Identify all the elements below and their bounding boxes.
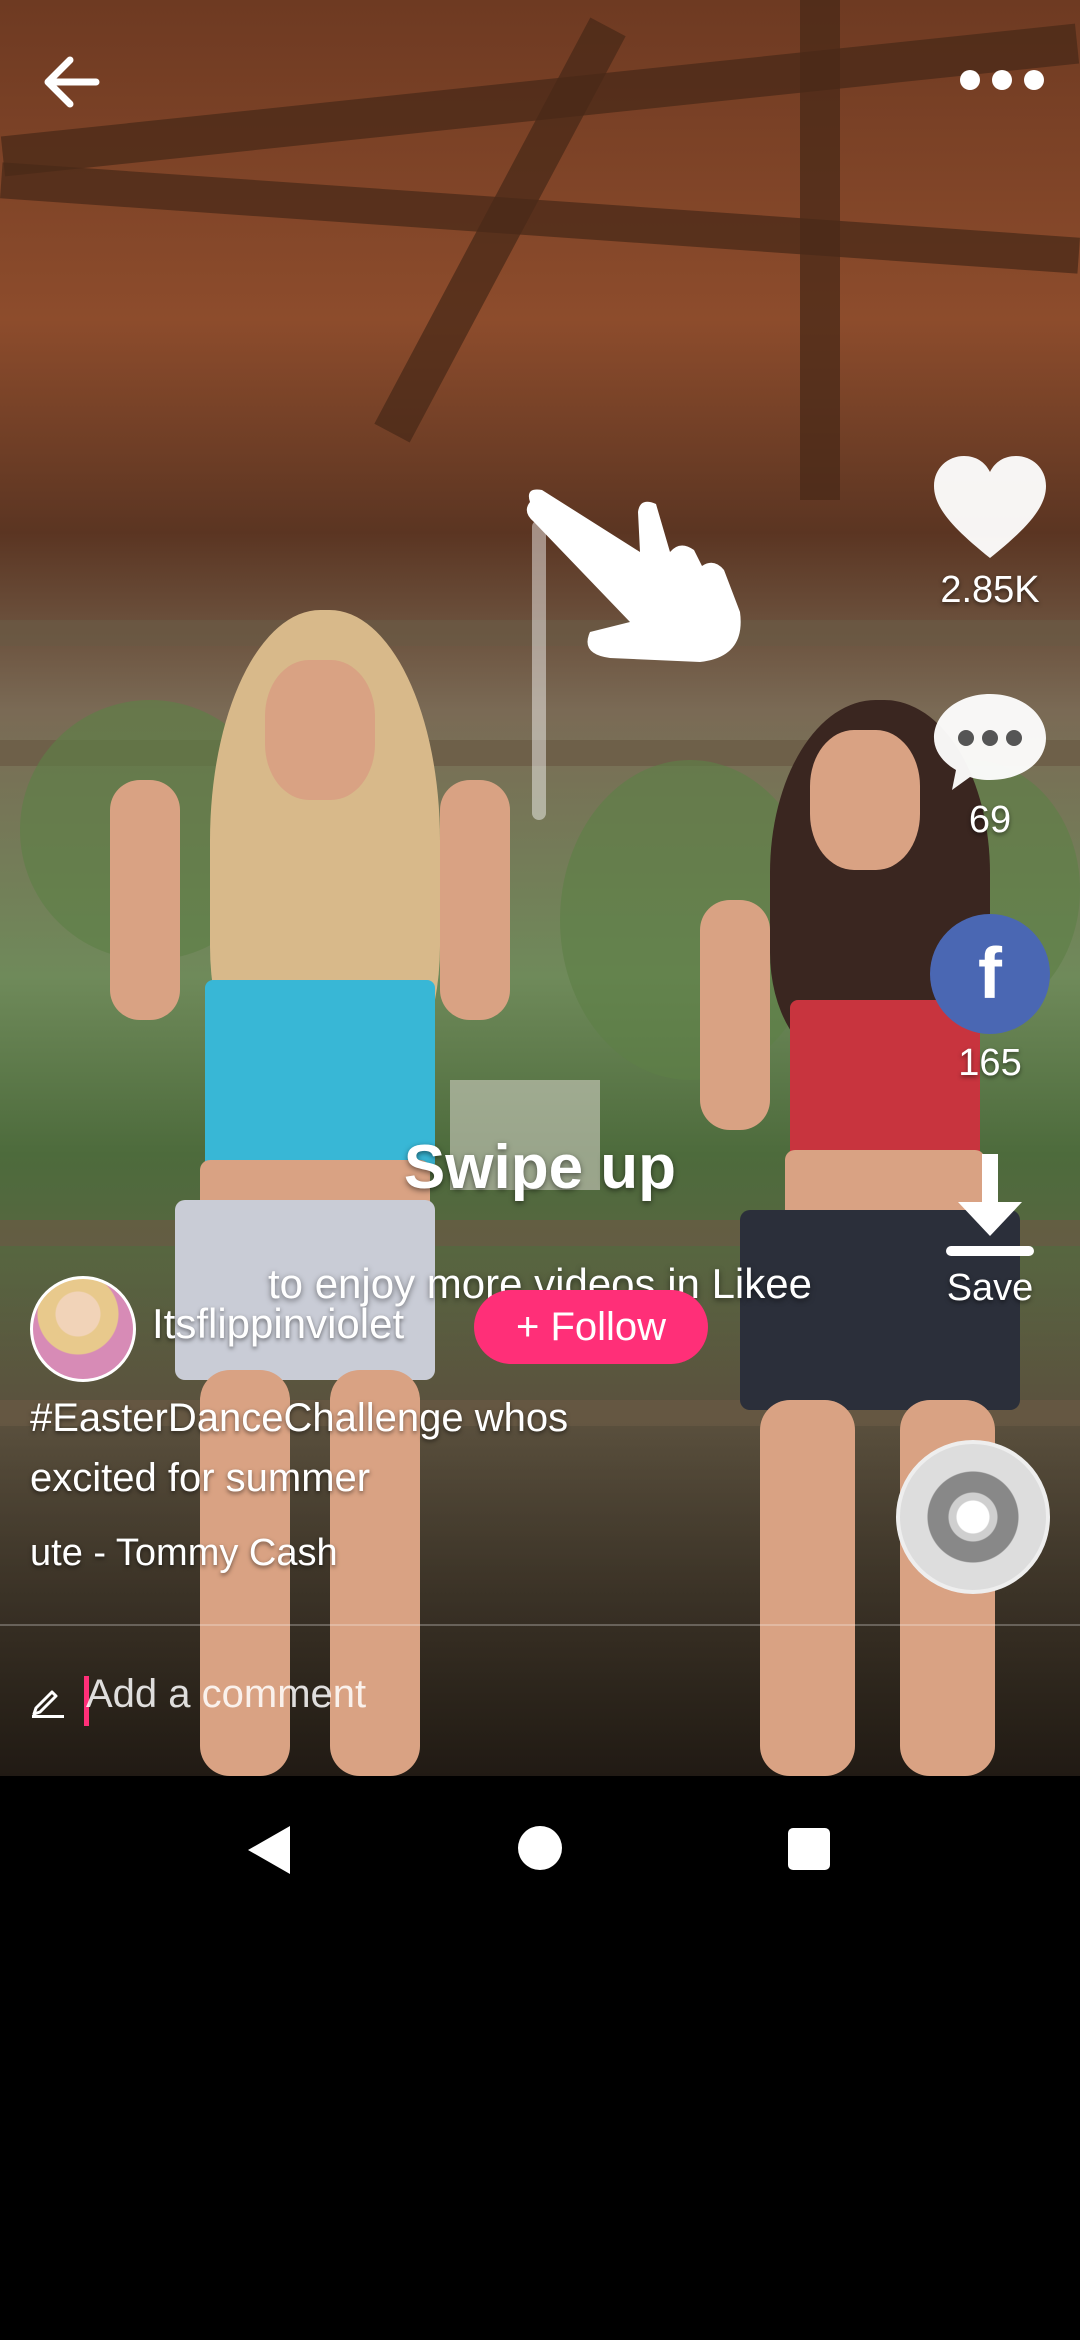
comment-button[interactable]: 69 (930, 690, 1050, 842)
avatar[interactable] (30, 1276, 136, 1382)
username[interactable]: Itsflippinviolet (152, 1300, 404, 1348)
screen: Swipe up to enjoy more videos in Likee 2… (0, 0, 1080, 2340)
nav-recents-icon[interactable] (788, 1828, 830, 1870)
music-disc-icon[interactable] (896, 1440, 1050, 1594)
dancer-left-arm (440, 780, 510, 1020)
save-label: Save (946, 1267, 1034, 1309)
comment-count: 69 (968, 799, 1012, 841)
heart-icon (934, 456, 1046, 558)
swipe-up-title: Swipe up (403, 1133, 677, 1202)
back-button[interactable] (36, 46, 108, 118)
dancer-right-face (810, 730, 920, 870)
arrow-left-icon (44, 56, 100, 108)
dancer-right-arm (700, 900, 770, 1130)
swipe-hand-icon (526, 489, 741, 662)
like-button[interactable]: 2.85K (930, 454, 1050, 612)
save-button[interactable]: Save (930, 1150, 1050, 1310)
roof-beam (800, 0, 840, 500)
nav-back-icon[interactable] (244, 1824, 292, 1876)
facebook-icon: f (930, 914, 1050, 1034)
nav-home-icon[interactable] (518, 1826, 562, 1870)
more-button[interactable] (960, 50, 1044, 110)
comment-input[interactable]: Add a comment (86, 1672, 366, 1717)
comment-bar[interactable]: Add a comment (0, 1626, 1080, 1776)
more-horizontal-icon (960, 70, 980, 90)
share-count: 165 (958, 1042, 1022, 1084)
system-nav-bar (0, 1776, 1080, 1920)
dancer-left-arm (110, 780, 180, 1020)
video-caption: #EasterDanceChallenge whos excited for s… (30, 1396, 569, 1500)
music-title[interactable]: ute - Tommy Cash (30, 1532, 338, 1575)
pencil-icon (32, 1690, 64, 1718)
more-dot (992, 70, 1012, 90)
facebook-letter: f (978, 934, 1002, 1014)
dancer-left-face (265, 660, 375, 800)
follow-button[interactable]: + Follow (474, 1290, 708, 1364)
comment-bubble-icon (934, 694, 1046, 790)
more-dot (1024, 70, 1044, 90)
facebook-share-button[interactable]: f 165 (930, 914, 1050, 1085)
download-icon (946, 1154, 1034, 1256)
like-count: 2.85K (940, 569, 1040, 611)
